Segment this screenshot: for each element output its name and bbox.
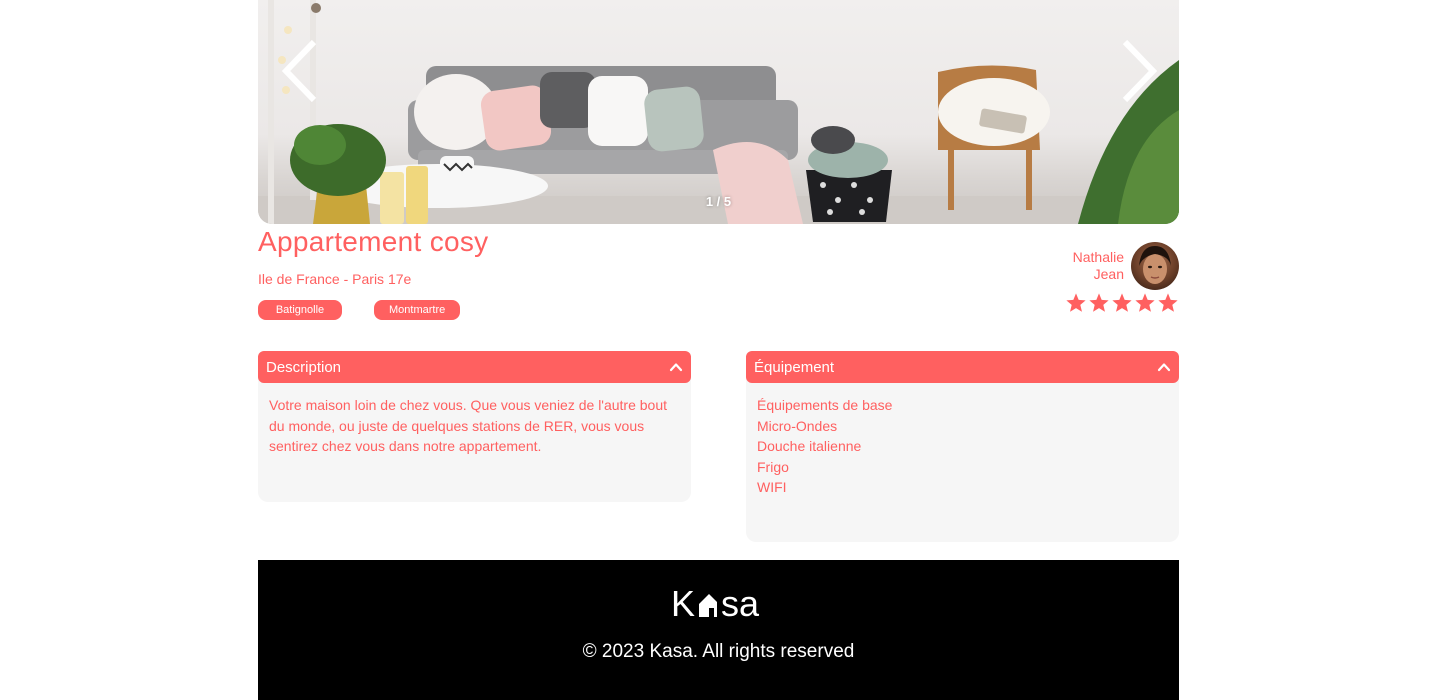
list-item: Frigo bbox=[757, 458, 789, 475]
star-icon bbox=[1089, 293, 1109, 312]
chevron-up-icon[interactable] bbox=[1157, 360, 1171, 374]
star-icon bbox=[1158, 293, 1178, 312]
listing-title: Appartement cosy bbox=[258, 226, 489, 257]
description-toggle[interactable]: Description bbox=[258, 351, 691, 383]
host-avatar-icon bbox=[1139, 246, 1171, 284]
equipment-body: Équipements de base Micro-Ondes Douche i… bbox=[746, 377, 1179, 542]
list-item: Équipements de base bbox=[757, 397, 893, 413]
tag-batignolle[interactable]: Batignolle bbox=[258, 300, 342, 320]
carousel-prev-button[interactable] bbox=[278, 36, 328, 106]
image-carousel: 1 / 5 bbox=[258, 0, 1179, 224]
chevron-left-icon bbox=[281, 39, 317, 103]
equipment-list: Équipements de base Micro-Ondes Douche i… bbox=[757, 395, 1168, 498]
house-icon bbox=[698, 594, 717, 617]
logo-letter-k: K bbox=[671, 583, 695, 622]
star-icon bbox=[1135, 293, 1155, 312]
chevron-right-icon bbox=[1122, 39, 1158, 103]
carousel-counter: 1 / 5 bbox=[705, 194, 732, 209]
tag-list: Batignolle Montmartre bbox=[258, 300, 461, 320]
listing-location: Ile de France - Paris 17e bbox=[258, 271, 412, 287]
logo-letters-sa: sa bbox=[721, 583, 760, 622]
page-container: 1 / 5 Appartement cosy Ile de France - P… bbox=[258, 0, 1179, 700]
list-item: Micro-Ondes bbox=[757, 417, 838, 434]
host-last-name: Jean bbox=[1093, 266, 1124, 282]
avatar bbox=[1131, 242, 1179, 290]
list-item: WIFI bbox=[757, 479, 787, 495]
carousel-photo bbox=[258, 0, 1179, 224]
kasa-logo-mark: K sa bbox=[671, 583, 760, 622]
star-icon bbox=[1066, 293, 1086, 312]
list-item: Douche italienne bbox=[757, 438, 862, 454]
description-text: Votre maison loin de chez vous. Que vous… bbox=[269, 397, 668, 454]
carousel-next-button[interactable] bbox=[1111, 36, 1161, 106]
star-icon bbox=[1112, 293, 1132, 312]
host-name: Nathalie Jean bbox=[1073, 249, 1124, 283]
tag-montmartre[interactable]: Montmartre bbox=[374, 300, 461, 320]
host-rating bbox=[1065, 292, 1179, 314]
equipment-title: Équipement bbox=[754, 358, 835, 376]
host-first-name: Nathalie bbox=[1072, 249, 1124, 265]
kasa-logo[interactable]: K sa bbox=[258, 580, 1179, 622]
copyright-text: © 2023 Kasa. All rights reserved bbox=[582, 641, 855, 662]
equipment-toggle[interactable]: Équipement bbox=[746, 351, 1179, 383]
footer: K sa © 2023 Kasa. All rights reserved bbox=[258, 560, 1179, 700]
description-body: Votre maison loin de chez vous. Que vous… bbox=[258, 377, 691, 502]
description-collapse: Description Votre maison loin de chez vo… bbox=[258, 351, 691, 502]
equipment-collapse: Équipement Équipements de base Micro-Ond… bbox=[746, 351, 1179, 542]
chevron-up-icon[interactable] bbox=[669, 360, 683, 374]
host-info: Nathalie Jean bbox=[1073, 242, 1179, 290]
description-title: Description bbox=[266, 358, 342, 376]
